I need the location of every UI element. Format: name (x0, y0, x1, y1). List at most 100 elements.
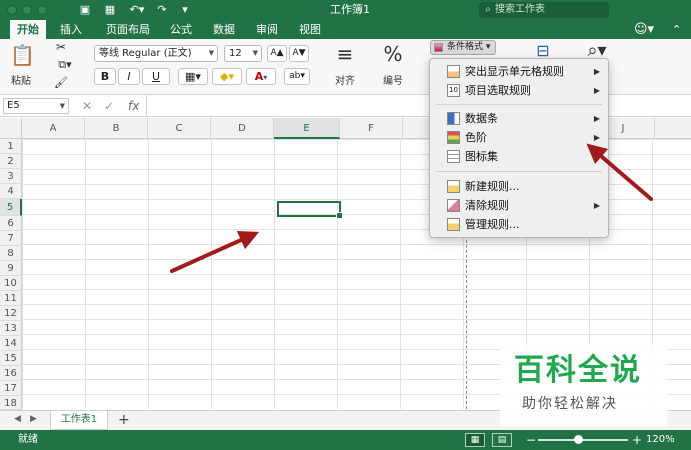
zoom-in-button[interactable]: + (632, 430, 642, 450)
bold-button[interactable]: B (94, 68, 116, 85)
formula-divider (146, 95, 147, 117)
tab-data[interactable]: 数据 (207, 20, 241, 39)
row-header[interactable]: 7 (0, 231, 22, 246)
cut-icon[interactable]: ✂ (54, 40, 68, 54)
underline-button[interactable]: U (142, 68, 170, 85)
name-box[interactable]: E5 ▼ (3, 98, 69, 114)
number-format-icon[interactable]: % (378, 42, 408, 66)
menu-item-label: 色阶 (465, 131, 487, 144)
tab-formulas[interactable]: 公式 (164, 20, 198, 39)
column-header-c[interactable]: C (148, 118, 211, 139)
phonetic-guide-button[interactable]: ab▾ (284, 68, 310, 85)
row-header[interactable]: 3 (0, 169, 22, 184)
new-rule-icon (447, 180, 460, 193)
undo-icon[interactable]: ↶▾ (127, 3, 147, 17)
zoom-slider-knob[interactable] (574, 435, 583, 444)
tab-review[interactable]: 审阅 (250, 20, 284, 39)
row-header[interactable]: 10 (0, 276, 22, 291)
menu-item-color-scales[interactable]: 色阶 ▶ (430, 128, 608, 147)
column-header-d[interactable]: D (211, 118, 274, 139)
add-sheet-button[interactable]: + (118, 412, 130, 428)
number-label[interactable]: 编号 (378, 72, 408, 87)
cancel-icon[interactable]: ✕ (82, 98, 92, 114)
shrink-font-button[interactable]: A▼ (289, 45, 309, 62)
sheet-tab-1[interactable]: 工作表1 (50, 411, 108, 430)
row-header[interactable]: 17 (0, 381, 22, 396)
ribbon-tabs: 开始 插入 页面布局 公式 数据 审阅 视图 ☺▾ ⌃ (0, 20, 691, 39)
column-header-f[interactable]: F (340, 118, 403, 139)
align-icon[interactable]: ≡ (330, 42, 360, 66)
row-header[interactable]: 4 (0, 184, 22, 199)
select-all-corner[interactable] (0, 118, 22, 139)
clear-rules-icon (447, 199, 460, 212)
collapse-ribbon-icon[interactable]: ⌃ (672, 21, 681, 38)
tab-insert[interactable]: 插入 (54, 20, 88, 39)
copy-icon[interactable]: ⧉▾ (54, 58, 76, 72)
font-size-select[interactable]: 12 ▼ (224, 45, 262, 62)
row-header[interactable]: 13 (0, 321, 22, 336)
row-header[interactable]: 6 (0, 216, 22, 231)
grow-font-button[interactable]: A▲ (267, 45, 287, 62)
font-color-button[interactable]: A▾ (246, 68, 276, 85)
submenu-arrow-icon: ▶ (593, 114, 600, 123)
menu-item-label: 管理规则... (465, 218, 520, 231)
row-header[interactable]: 15 (0, 351, 22, 366)
normal-view-icon[interactable]: ▦ (465, 433, 485, 447)
confirm-icon[interactable]: ✓ (104, 98, 114, 114)
row-header[interactable]: 2 (0, 154, 22, 169)
menu-item-manage-rules[interactable]: 管理规则... (430, 215, 608, 234)
zoom-window-button[interactable] (37, 5, 47, 15)
menu-item-data-bars[interactable]: 数据条 ▶ (430, 109, 608, 128)
redo-icon[interactable]: ↷ (155, 3, 169, 17)
row-header[interactable]: 9 (0, 261, 22, 276)
highlight-rules-icon (447, 65, 460, 78)
column-header-e[interactable]: E (274, 118, 340, 139)
next-sheet-icon[interactable]: ▶ (30, 414, 37, 424)
format-painter-icon[interactable]: 🖌 (54, 76, 68, 89)
font-name-select[interactable]: 等线 Regular (正文) ▼ (94, 45, 218, 62)
italic-button[interactable]: I (118, 68, 140, 85)
smiley-feedback-icon[interactable]: ☺▾ (634, 21, 654, 38)
more-icon[interactable]: ▾ (178, 3, 192, 17)
sidebar-icon[interactable]: ▣ (78, 3, 92, 17)
row-header[interactable]: 14 (0, 336, 22, 351)
insert-function-icon[interactable]: fx (128, 98, 139, 114)
row-header[interactable]: 16 (0, 366, 22, 381)
menu-item-top-bottom-rules[interactable]: 10 项目选取规则 ▶ (430, 81, 608, 100)
prev-sheet-icon[interactable]: ◀ (14, 414, 21, 424)
conditional-formatting-button[interactable]: 条件格式 ▾ (430, 40, 496, 55)
tab-view[interactable]: 视图 (293, 20, 327, 39)
zoom-slider-track[interactable] (538, 439, 628, 441)
row-header[interactable]: 11 (0, 291, 22, 306)
menu-item-label: 清除规则 (465, 199, 509, 212)
status-bar: 就绪 ▦ ▤ − + 120% (0, 430, 691, 450)
menu-item-clear-rules[interactable]: 清除规则 ▶ (430, 196, 608, 215)
column-header-a[interactable]: A (22, 118, 85, 139)
row-header[interactable]: 8 (0, 246, 22, 261)
row-header[interactable]: 18 (0, 396, 22, 410)
menu-item-new-rule[interactable]: 新建规则... (430, 177, 608, 196)
minimize-window-button[interactable] (22, 5, 32, 15)
tab-page-layout[interactable]: 页面布局 (100, 20, 156, 39)
tab-home[interactable]: 开始 (10, 20, 46, 39)
active-cell-e5[interactable] (277, 201, 343, 219)
row-header[interactable]: 1 (0, 139, 22, 154)
zoom-out-button[interactable]: − (526, 430, 536, 450)
close-window-button[interactable] (7, 5, 17, 15)
paste-label[interactable]: 粘贴 (8, 72, 34, 87)
search-input[interactable]: ⌕ 搜索工作表 (479, 2, 609, 18)
page-layout-view-icon[interactable]: ▤ (492, 433, 512, 447)
fill-color-button[interactable]: ◆▾ (212, 68, 242, 85)
save-icon[interactable]: ▦ (103, 3, 117, 17)
column-header-k[interactable] (655, 118, 691, 139)
row-header-selected[interactable]: 5 (0, 199, 22, 216)
paste-icon[interactable]: 📋 (10, 42, 35, 68)
menu-item-icon-sets[interactable]: 图标集 (430, 147, 608, 166)
conditional-formatting-icon (434, 43, 443, 52)
row-header[interactable]: 12 (0, 306, 22, 321)
icon-sets-icon (447, 150, 460, 163)
column-header-b[interactable]: B (85, 118, 148, 139)
menu-item-highlight-rules[interactable]: 突出显示单元格规则 ▶ (430, 62, 608, 81)
align-label[interactable]: 对齐 (330, 72, 360, 87)
borders-button[interactable]: ▦▾ (178, 68, 208, 85)
